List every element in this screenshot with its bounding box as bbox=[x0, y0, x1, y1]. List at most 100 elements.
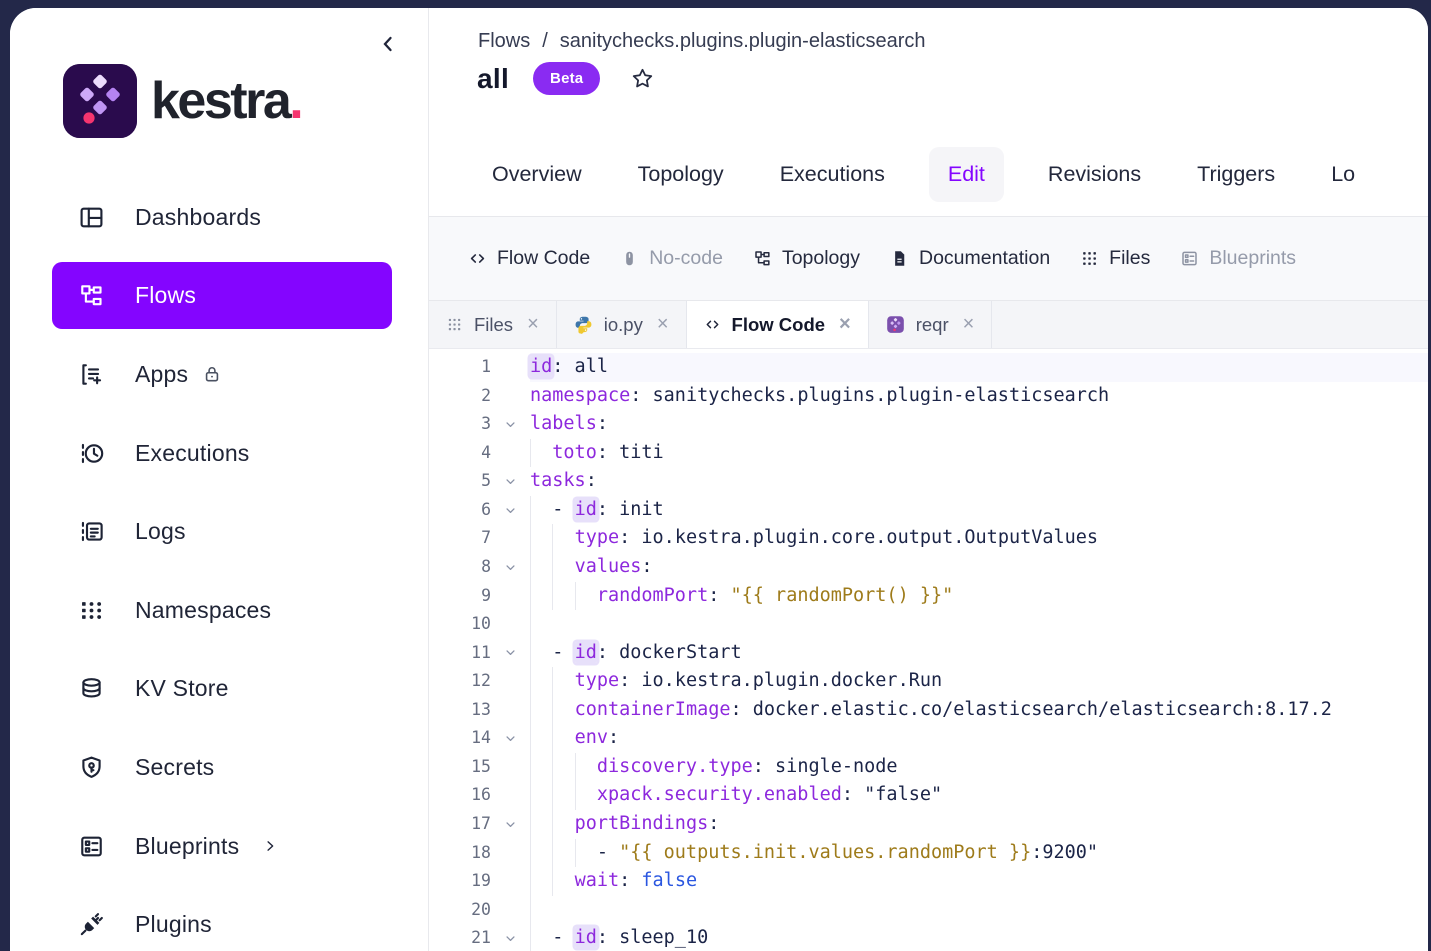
code-line-content: values: bbox=[530, 553, 1428, 582]
code-line-content: env: bbox=[530, 724, 1428, 753]
code-line-6[interactable]: 6 - id: init bbox=[429, 496, 1428, 525]
editor-tab-files[interactable]: Files × bbox=[429, 301, 557, 348]
sidebar-item-namespaces[interactable]: Namespaces bbox=[10, 571, 428, 650]
fold-chevron-icon[interactable] bbox=[491, 467, 530, 496]
star-icon[interactable] bbox=[630, 66, 655, 91]
code-line-content: labels: bbox=[530, 410, 1428, 439]
fold-chevron-icon[interactable] bbox=[491, 553, 530, 582]
code-line-10[interactable]: 10 bbox=[429, 610, 1428, 639]
editor-tab-label: reqr bbox=[916, 314, 949, 336]
tab-triggers[interactable]: Triggers bbox=[1197, 162, 1275, 187]
sidebar-item-kv-store[interactable]: KV Store bbox=[10, 650, 428, 729]
sidebar-item-apps[interactable]: Apps bbox=[10, 335, 428, 414]
namespaces-icon bbox=[78, 597, 105, 624]
close-icon[interactable]: × bbox=[527, 313, 539, 336]
code-line-content: type: io.kestra.plugin.docker.Run bbox=[530, 667, 1428, 696]
code-line-20[interactable]: 20 bbox=[429, 896, 1428, 925]
code-line-1[interactable]: 1id: all bbox=[429, 353, 1428, 382]
toolbar-documentation[interactable]: Documentation bbox=[890, 247, 1050, 270]
code-line-18[interactable]: 18 - "{{ outputs.init.values.randomPort … bbox=[429, 839, 1428, 868]
sidebar-item-label: KV Store bbox=[135, 675, 229, 702]
toolbar-blueprints[interactable]: Blueprints bbox=[1180, 247, 1296, 270]
sidebar-item-plugins[interactable]: Plugins bbox=[10, 885, 428, 951]
toolbar-topology[interactable]: Topology bbox=[753, 247, 860, 270]
code-line-13[interactable]: 13 containerImage: docker.elastic.co/ela… bbox=[429, 696, 1428, 725]
line-number: 13 bbox=[429, 696, 491, 725]
fold-chevron-icon[interactable] bbox=[491, 810, 530, 839]
code-line-15[interactable]: 15 discovery.type: single-node bbox=[429, 753, 1428, 782]
indent-guide bbox=[552, 724, 553, 753]
sidebar-item-secrets[interactable]: Secrets bbox=[10, 728, 428, 807]
sidebar-item-flows[interactable]: Flows bbox=[52, 262, 392, 329]
editor-tab-io-py[interactable]: io.py× bbox=[557, 301, 687, 348]
line-number: 20 bbox=[429, 896, 491, 925]
sidebar-item-logs[interactable]: Logs bbox=[10, 492, 428, 571]
fold-chevron-icon[interactable] bbox=[491, 924, 530, 951]
sidebar-item-executions[interactable]: Executions bbox=[10, 414, 428, 493]
code-line-21[interactable]: 21 - id: sleep_10 bbox=[429, 924, 1428, 951]
code-line-8[interactable]: 8 values: bbox=[429, 553, 1428, 582]
fold-chevron-icon[interactable] bbox=[491, 724, 530, 753]
indent-guide bbox=[530, 810, 531, 839]
code-line-17[interactable]: 17 portBindings: bbox=[429, 810, 1428, 839]
sidebar-item-dashboards[interactable]: Dashboards bbox=[10, 178, 428, 257]
toolbar-flow-code[interactable]: Flow Code bbox=[468, 247, 590, 270]
code-line-5[interactable]: 5tasks: bbox=[429, 467, 1428, 496]
line-number: 4 bbox=[429, 439, 491, 468]
grid9-icon bbox=[446, 316, 463, 333]
close-icon[interactable]: × bbox=[657, 313, 669, 336]
indent-guide bbox=[530, 753, 531, 782]
kvstore-icon bbox=[78, 675, 105, 702]
toolbar-no-code[interactable]: No-code bbox=[620, 247, 723, 270]
fold-gutter bbox=[491, 781, 530, 810]
breadcrumb-root[interactable]: Flows bbox=[478, 30, 530, 53]
code-line-2[interactable]: 2namespace: sanitychecks.plugins.plugin-… bbox=[429, 382, 1428, 411]
sidebar-item-label: Plugins bbox=[135, 911, 212, 938]
close-icon[interactable]: × bbox=[963, 313, 975, 336]
code-line-16[interactable]: 16 xpack.security.enabled: "false" bbox=[429, 781, 1428, 810]
code-line-11[interactable]: 11 - id: dockerStart bbox=[429, 639, 1428, 668]
topology-icon bbox=[753, 249, 772, 268]
fold-chevron-icon[interactable] bbox=[491, 496, 530, 525]
breadcrumb-path[interactable]: sanitychecks.plugins.plugin-elasticsearc… bbox=[560, 30, 926, 53]
line-number: 2 bbox=[429, 382, 491, 411]
tab-revisions[interactable]: Revisions bbox=[1048, 162, 1141, 187]
code-line-4[interactable]: 4 toto: titi bbox=[429, 439, 1428, 468]
code-line-content: xpack.security.enabled: "false" bbox=[530, 781, 1428, 810]
tab-edit[interactable]: Edit bbox=[929, 147, 1004, 202]
sidebar-item-blueprints[interactable]: Blueprints bbox=[10, 807, 428, 886]
line-number: 10 bbox=[429, 610, 491, 639]
code-editor[interactable]: 1id: all2namespace: sanitychecks.plugins… bbox=[429, 349, 1428, 951]
tab-topology[interactable]: Topology bbox=[638, 162, 724, 187]
indent-guide bbox=[552, 867, 553, 896]
close-icon[interactable]: × bbox=[839, 313, 851, 336]
editor-tab-flow-code[interactable]: Flow Code× bbox=[687, 301, 869, 349]
code-line-content: tasks: bbox=[530, 467, 1428, 496]
tab-lo[interactable]: Lo bbox=[1331, 162, 1355, 187]
editor-tab-reqr[interactable]: reqr × bbox=[869, 301, 993, 348]
code-line-14[interactable]: 14 env: bbox=[429, 724, 1428, 753]
fold-chevron-icon[interactable] bbox=[491, 639, 530, 668]
sidebar-item-label: Namespaces bbox=[135, 597, 271, 624]
indent-guide bbox=[530, 924, 531, 951]
indent-guide bbox=[530, 610, 531, 639]
toolbar-files[interactable]: Files bbox=[1080, 247, 1150, 270]
page-header: Flows / sanitychecks.plugins.plugin-elas… bbox=[429, 8, 1428, 132]
indent-guide bbox=[530, 839, 531, 868]
code-line-7[interactable]: 7 type: io.kestra.plugin.core.output.Out… bbox=[429, 524, 1428, 553]
code-line-12[interactable]: 12 type: io.kestra.plugin.docker.Run bbox=[429, 667, 1428, 696]
fold-gutter bbox=[491, 524, 530, 553]
line-number: 11 bbox=[429, 639, 491, 668]
kestra-logo-icon bbox=[63, 64, 137, 138]
indent-guide bbox=[530, 896, 531, 925]
tab-executions[interactable]: Executions bbox=[780, 162, 885, 187]
code-line-19[interactable]: 19 wait: false bbox=[429, 867, 1428, 896]
collapse-sidebar-icon[interactable] bbox=[376, 32, 400, 56]
sidebar-item-label: Apps bbox=[135, 361, 188, 388]
fold-chevron-icon[interactable] bbox=[491, 410, 530, 439]
tab-overview[interactable]: Overview bbox=[492, 162, 582, 187]
line-number: 15 bbox=[429, 753, 491, 782]
code-line-3[interactable]: 3labels: bbox=[429, 410, 1428, 439]
editor-tab-label: Files bbox=[474, 314, 513, 336]
code-line-9[interactable]: 9 randomPort: "{{ randomPort() }}" bbox=[429, 582, 1428, 611]
